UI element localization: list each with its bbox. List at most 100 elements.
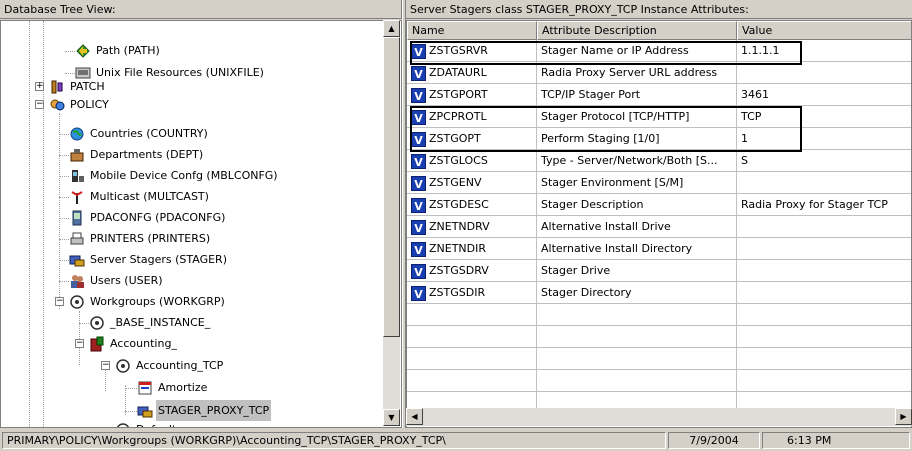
status-date: 7/9/2004 [668, 432, 760, 449]
attribute-description-cell[interactable]: Type - Server/Network/Both [S... [537, 150, 737, 172]
attribute-description-cell[interactable]: Stager Protocol [TCP/HTTP] [537, 106, 737, 128]
attribute-description-cell[interactable]: Stager Drive [537, 260, 737, 282]
attribute-description-cell[interactable]: Perform Staging [1/0] [537, 128, 737, 150]
attribute-value-cell[interactable] [737, 282, 911, 304]
table-row[interactable]: V ZSTGLOCS Type - Server/Network/Both [S..… [407, 150, 911, 172]
attribute-description-cell[interactable]: Stager Description [537, 194, 737, 216]
attributes-grid[interactable]: Name Attribute Description Value V ZSTGSR… [406, 20, 912, 428]
table-row[interactable]: V ZDATAURL Radia Proxy Server URL address [407, 62, 911, 84]
empty-cell [407, 304, 537, 326]
tree-vertical-scrollbar[interactable]: ▲ ▼ [383, 20, 400, 426]
scroll-down-button[interactable]: ▼ [383, 409, 400, 426]
attribute-value-cell[interactable] [737, 238, 911, 260]
attribute-value-cell[interactable]: TCP [737, 106, 911, 128]
table-row[interactable]: V ZSTGDESC Stager Description Radia Proxy f… [407, 194, 911, 216]
scroll-up-button[interactable]: ▲ [383, 20, 400, 37]
column-header-name[interactable]: Name [407, 21, 537, 40]
variable-icon: V [411, 241, 426, 257]
attribute-description-cell[interactable]: Alternative Install Directory [537, 238, 737, 260]
scroll-right-button[interactable]: ▶ [895, 408, 912, 425]
tree-item-amortize[interactable]: Amortize [137, 377, 209, 398]
tree-item-stager-proxy-tcp[interactable]: STAGER_PROXY_TCP [137, 400, 272, 421]
attribute-value-cell[interactable] [737, 216, 911, 238]
collapse-accounting-button[interactable]: − [75, 339, 84, 348]
tree-item-users[interactable]: Users (USER) [69, 270, 165, 291]
table-row[interactable]: V ZPCPROTL Stager Protocol [TCP/HTTP] TCP [407, 106, 911, 128]
tree-item-base-instance[interactable]: _BASE_INSTANCE_ [89, 312, 212, 333]
tree-item-path[interactable]: Path (PATH) [75, 40, 162, 61]
attribute-value-cell[interactable]: Radia Proxy for Stager TCP [737, 194, 911, 216]
attribute-name-cell[interactable]: V ZDATAURL [407, 62, 537, 84]
attribute-description-cell[interactable]: Stager Directory [537, 282, 737, 304]
attribute-name-cell[interactable]: V ZSTGSDIR [407, 282, 537, 304]
tree-item-default[interactable]: Default [115, 419, 178, 427]
attribute-name: ZPCPROTL [429, 110, 487, 123]
tree-item-accounting[interactable]: Accounting_ [89, 333, 179, 354]
collapse-policy-button[interactable]: − [35, 100, 44, 109]
tree-item-countries[interactable]: Countries (COUNTRY) [69, 123, 210, 144]
attribute-name-cell[interactable]: V ZPCPROTL [407, 106, 537, 128]
empty-row [407, 326, 911, 348]
tree-item-workgroups[interactable]: Workgroups (WORKGRP) [69, 291, 227, 312]
attribute-name-cell[interactable]: V ZSTGDESC [407, 194, 537, 216]
variable-icon: V [411, 43, 426, 59]
tree-item-policy[interactable]: POLICY [49, 94, 111, 115]
workgroup-icon [69, 294, 85, 310]
tree-item-mobile-device[interactable]: Mobile Device Confg (MBLCONFG) [69, 165, 280, 186]
attribute-description-cell[interactable]: Stager Name or IP Address [537, 40, 737, 62]
table-row[interactable]: V ZNETNDIR Alternative Install Directory [407, 238, 911, 260]
attribute-value-cell[interactable]: S [737, 150, 911, 172]
attribute-value-cell[interactable]: 3461 [737, 84, 911, 106]
globe-icon [69, 126, 85, 142]
attribute-name-cell[interactable]: V ZNETNDIR [407, 238, 537, 260]
attribute-value-cell[interactable]: 1 [737, 128, 911, 150]
tree-item-printers[interactable]: PRINTERS (PRINTERS) [69, 228, 212, 249]
attribute-value-cell[interactable] [737, 260, 911, 282]
column-header-value[interactable]: Value [737, 21, 911, 40]
attribute-name: ZSTGOPT [429, 132, 481, 145]
attribute-name-cell[interactable]: V ZNETNDRV [407, 216, 537, 238]
tree-item-departments[interactable]: Departments (DEPT) [69, 144, 205, 165]
tree-item-server-stagers[interactable]: Server Stagers (STAGER) [69, 249, 229, 270]
collapse-accounting-tcp-button[interactable]: − [101, 361, 110, 370]
attribute-name-cell[interactable]: V ZSTGSRVR [407, 40, 537, 62]
tree-item-pdaconfg[interactable]: PDACONFG (PDACONFG) [69, 207, 227, 228]
table-row[interactable]: V ZSTGENV Stager Environment [S/M] [407, 172, 911, 194]
attribute-name-cell[interactable]: V ZSTGOPT [407, 128, 537, 150]
attribute-value-cell[interactable] [737, 172, 911, 194]
table-row[interactable]: V ZSTGSRVR Stager Name or IP Address 1.1.1.… [407, 40, 911, 62]
tree-item-accounting-tcp[interactable]: Accounting_TCP [115, 355, 225, 376]
table-row[interactable]: V ZSTGSDRV Stager Drive [407, 260, 911, 282]
empty-cell [737, 326, 911, 348]
scroll-left-button[interactable]: ◀ [406, 408, 423, 425]
empty-row [407, 348, 911, 370]
tree-item-multicast[interactable]: Multicast (MULTCAST) [69, 186, 211, 207]
status-path: PRIMARY\POLICY\Workgroups (WORKGRP)\Acco… [2, 432, 666, 449]
attribute-description-cell[interactable]: Stager Environment [S/M] [537, 172, 737, 194]
table-row[interactable]: V ZNETNDRV Alternative Install Drive [407, 216, 911, 238]
tree-scroll-thumb[interactable] [383, 37, 400, 337]
attribute-description-cell[interactable]: Radia Proxy Server URL address [537, 62, 737, 84]
attribute-name-cell[interactable]: V ZSTGENV [407, 172, 537, 194]
variable-icon: V [411, 219, 426, 235]
attribute-name-cell[interactable]: V ZSTGSDRV [407, 260, 537, 282]
server-stager-icon [69, 252, 85, 268]
column-header-description[interactable]: Attribute Description [537, 21, 737, 40]
table-row[interactable]: V ZSTGSDIR Stager Directory [407, 282, 911, 304]
antenna-icon [69, 189, 85, 205]
attribute-name-cell[interactable]: V ZSTGPORT [407, 84, 537, 106]
attribute-description-cell[interactable]: Alternative Install Drive [537, 216, 737, 238]
grid-horizontal-scrollbar[interactable]: ◀ ▶ [406, 408, 912, 426]
attribute-description-cell[interactable]: TCP/IP Stager Port [537, 84, 737, 106]
table-row[interactable]: V ZSTGPORT TCP/IP Stager Port 3461 [407, 84, 911, 106]
variable-icon: V [411, 87, 426, 103]
table-row[interactable]: V ZSTGOPT Perform Staging [1/0] 1 [407, 128, 911, 150]
database-tree[interactable]: Path (PATH) Unix File Resources (UNIXFIL… [0, 20, 402, 428]
attribute-value-cell[interactable] [737, 62, 911, 84]
collapse-workgroups-button[interactable]: − [55, 297, 64, 306]
attribute-name: ZSTGLOCS [429, 154, 488, 167]
variable-icon: V [411, 175, 426, 191]
expand-patch-button[interactable]: + [35, 82, 44, 91]
attribute-name-cell[interactable]: V ZSTGLOCS [407, 150, 537, 172]
attribute-value-cell[interactable]: 1.1.1.1 [737, 40, 911, 62]
